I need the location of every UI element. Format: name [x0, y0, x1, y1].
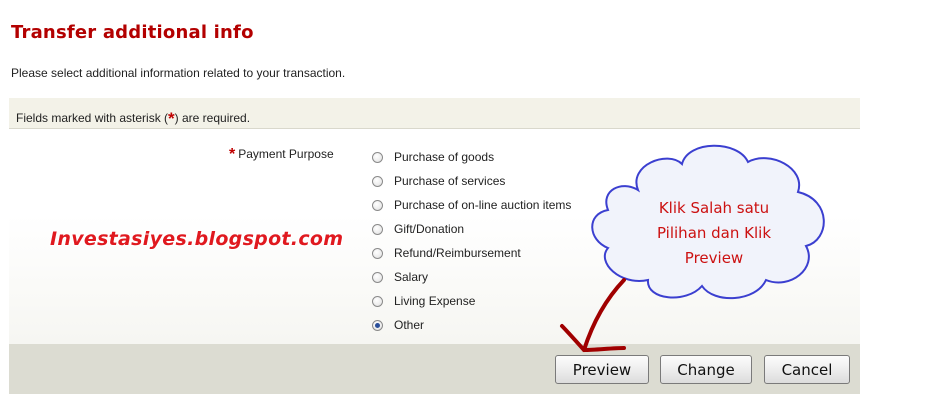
radio-option-living-expense[interactable]: Living Expense: [372, 289, 571, 313]
payment-purpose-radio-group: Purchase of goods Purchase of services P…: [372, 145, 571, 337]
page-title: Transfer additional info: [11, 22, 254, 43]
change-button[interactable]: Change: [660, 355, 752, 384]
radio-option-label: Purchase of services: [394, 174, 506, 188]
required-notice-after: ) are required.: [174, 111, 251, 125]
required-asterisk-icon: *: [229, 146, 236, 163]
radio-button[interactable]: [372, 223, 383, 235]
radio-button[interactable]: [372, 151, 383, 163]
radio-option-label: Gift/Donation: [394, 222, 465, 236]
payment-purpose-label-text: Payment Purpose: [238, 147, 334, 161]
radio-button[interactable]: [372, 271, 383, 283]
radio-option-salary[interactable]: Salary: [372, 265, 571, 289]
preview-button[interactable]: Preview: [555, 355, 649, 384]
radio-option-refund-reimbursement[interactable]: Refund/Reimbursement: [372, 241, 571, 265]
payment-purpose-label: * Payment Purpose: [229, 145, 334, 163]
annotation-line: Preview: [684, 249, 744, 267]
annotation-line: Klik Salah satu: [658, 199, 770, 217]
radio-button-selected[interactable]: [372, 319, 383, 331]
radio-button[interactable]: [372, 175, 383, 187]
radio-option-gift-donation[interactable]: Gift/Donation: [372, 217, 571, 241]
intro-text: Please select additional information rel…: [11, 66, 346, 80]
radio-option-purchase-of-services[interactable]: Purchase of services: [372, 169, 571, 193]
radio-option-label: Living Expense: [394, 294, 476, 308]
radio-option-label: Salary: [394, 270, 429, 284]
radio-option-label: Purchase of goods: [394, 150, 495, 164]
asterisk-icon: *: [168, 109, 175, 128]
blog-watermark: Investasiyes.blogspot.com: [50, 228, 344, 250]
required-notice-bar: Fields marked with asterisk (*) are requ…: [9, 98, 860, 129]
required-notice-before: Fields marked with asterisk (: [16, 111, 169, 125]
radio-option-purchase-of-goods[interactable]: Purchase of goods: [372, 145, 571, 169]
radio-option-purchase-of-online-auction-items[interactable]: Purchase of on-line auction items: [372, 193, 571, 217]
radio-option-label: Purchase of on-line auction items: [394, 198, 572, 212]
radio-button[interactable]: [372, 247, 383, 259]
required-notice: Fields marked with asterisk (*) are requ…: [16, 107, 251, 128]
radio-button[interactable]: [372, 199, 383, 211]
radio-option-label: Refund/Reimbursement: [394, 246, 521, 260]
annotation-line: Pilihan dan Klik: [656, 224, 772, 242]
annotation-cloud-text: Klik Salah satu Pilihan dan Klik Preview: [630, 196, 798, 271]
cancel-button[interactable]: Cancel: [764, 355, 850, 384]
radio-option-other[interactable]: Other: [372, 313, 571, 337]
radio-button[interactable]: [372, 295, 383, 307]
radio-option-label: Other: [394, 318, 425, 332]
